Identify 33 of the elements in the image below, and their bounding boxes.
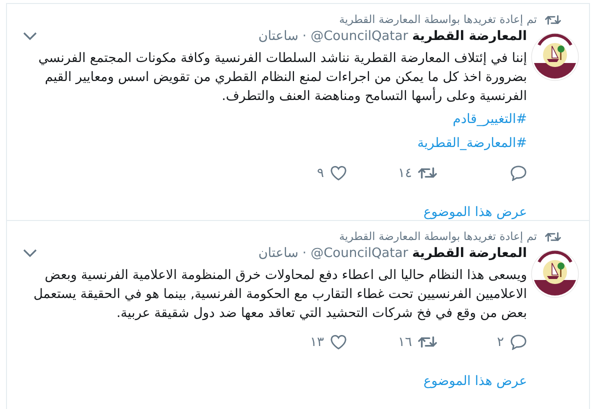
show-thread-link[interactable]: عرض هذا الموضوع	[423, 205, 527, 220]
tweet-text: ويسعى هذا النظام حاليا الى اعطاء دفع لمحاولات خرق المنظومة الاعلامية الفرنسية وبعض الاعلاميين الفرنسيين تحت غطاء التقارب مع الحكومة الفرنسية, بينما هو في الحقيقة يستعمل بعض من وقع في فخ شركات التحشيد التي تعاقد معها ضد دول شقيقة عربية.	[32, 266, 527, 322]
tweet-time[interactable]: ساعتان	[258, 27, 298, 46]
reply-icon[interactable]	[510, 334, 527, 350]
chevron-down-icon[interactable]	[23, 32, 37, 42]
heart-icon[interactable]	[330, 165, 347, 182]
like-count: ١٣	[310, 334, 324, 352]
reply-icon[interactable]	[510, 165, 527, 182]
author-handle[interactable]: @CouncilQatar	[310, 244, 408, 264]
reply-count: ٢	[497, 334, 504, 352]
retweet-icon	[545, 231, 561, 243]
chevron-down-icon[interactable]	[23, 249, 37, 258]
retweet-icon[interactable]	[418, 335, 437, 350]
retweet-note: تم إعادة تغريدها بواسطة المعارضة القطرية	[339, 230, 537, 244]
retweet-icon	[545, 14, 561, 26]
tweet-text: إننا في إئتلاف المعارضة القطرية نناشد السلطات الفرنسية وكافة مكونات المجتمع الفرنسي بضرورة اخذ كل ما يمكن من اجراءات لمنع النظام القطري من تقويض اسس ومعايير القيم الفرنسية وعلى رأسها التسامح ومناهضة العنف والتطرف.	[37, 50, 527, 106]
show-thread-link[interactable]: عرض هذا الموضوع	[423, 374, 527, 389]
hashtag-link[interactable]: #المعارضة_القطرية	[417, 134, 527, 152]
retweet-count: ١٦	[398, 334, 412, 352]
author-name[interactable]: المعارضة القطرية	[412, 244, 527, 264]
avatar-icon[interactable]	[531, 33, 579, 81]
heart-icon[interactable]	[330, 334, 347, 350]
retweet-icon[interactable]	[418, 166, 437, 180]
avatar-icon[interactable]	[531, 250, 579, 298]
separator-dot: ·	[302, 28, 307, 46]
author-name[interactable]: المعارضة القطرية	[412, 27, 527, 46]
retweet-count: ١٤	[398, 164, 412, 182]
author-handle[interactable]: @CouncilQatar	[310, 27, 408, 46]
separator-dot: ·	[302, 245, 307, 263]
hashtag-link[interactable]: #التغيير_قادم	[452, 110, 527, 128]
like-count: ٩	[317, 164, 324, 182]
tweet-time[interactable]: ساعتان	[258, 244, 298, 264]
retweet-note: تم إعادة تغريدها بواسطة المعارضة القطرية	[339, 13, 537, 27]
